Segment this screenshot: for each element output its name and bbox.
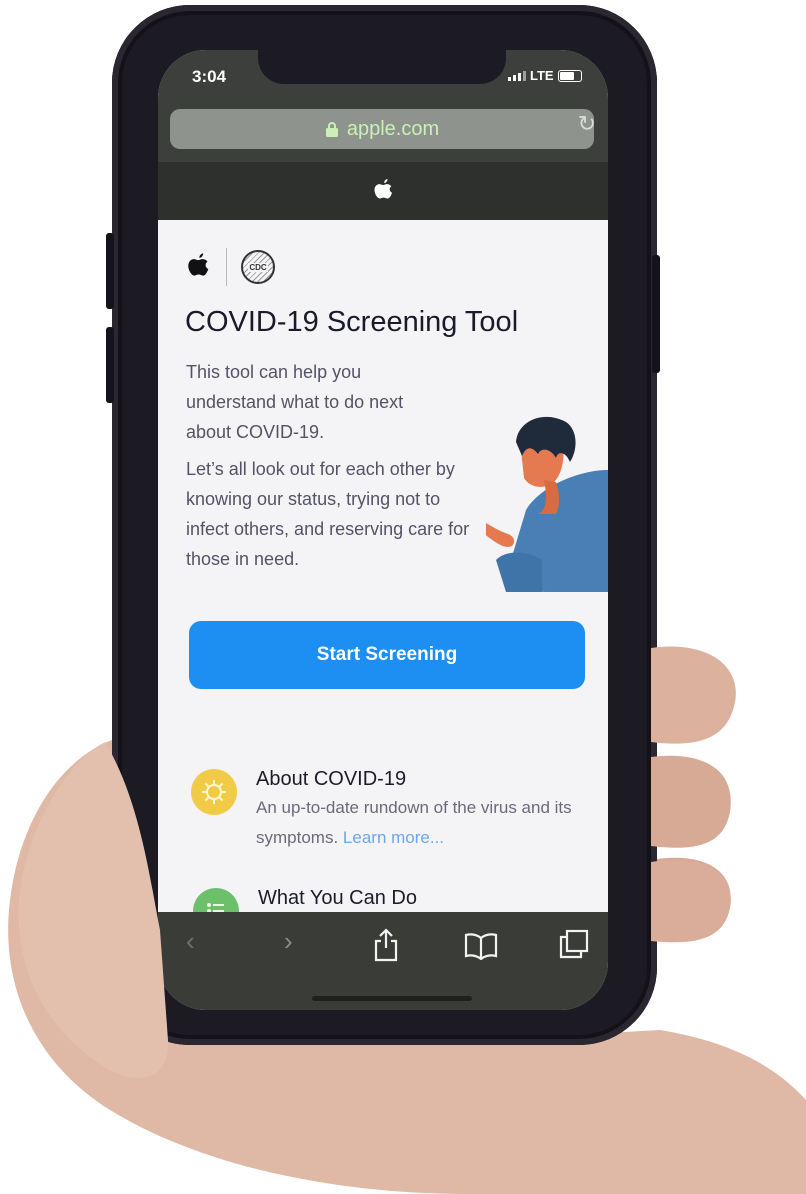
lock-icon <box>325 121 338 137</box>
share-icon[interactable] <box>372 928 400 962</box>
apple-logo-icon <box>188 253 209 276</box>
logo-divider <box>226 248 227 286</box>
learn-more-link[interactable]: Learn more... <box>343 828 444 847</box>
apple-nav-bar <box>158 162 608 220</box>
partner-logos: CDC <box>184 248 275 286</box>
status-time: 3:04 <box>192 67 227 86</box>
url-text: apple.com <box>346 117 440 140</box>
apple-logo-icon[interactable] <box>371 177 395 205</box>
volume-up-button <box>106 233 114 309</box>
network-label: LTE <box>530 68 554 83</box>
address-bar[interactable]: apple.com <box>170 109 594 149</box>
home-indicator <box>312 996 472 1001</box>
status-indicators: LTE <box>508 68 582 83</box>
virus-icon <box>191 769 237 815</box>
power-button <box>652 255 660 373</box>
back-icon[interactable]: ‹ <box>186 926 195 957</box>
address-bar-area: apple.com ↻ <box>158 102 608 162</box>
cdc-logo-icon: CDC <box>241 250 275 284</box>
about-covid-description: An up-to-date rundown of the virus and i… <box>256 793 576 853</box>
what-you-can-do-title[interactable]: What You Can Do <box>258 887 417 910</box>
page-title: COVID-19 Screening Tool <box>185 306 519 338</box>
person-with-phone-illustration <box>486 416 608 592</box>
start-screening-button[interactable]: Start Screening <box>189 621 585 689</box>
page-content: CDC COVID-19 Screening Tool This tool ca… <box>158 220 608 934</box>
bookmarks-icon[interactable] <box>464 932 498 960</box>
forward-icon[interactable]: › <box>284 926 293 957</box>
battery-icon <box>557 69 582 82</box>
intro-text: This tool can help you understand what t… <box>186 362 404 442</box>
about-covid-title[interactable]: About COVID-19 <box>256 768 406 791</box>
phone-screen: 3:04 LTE apple.com ↻ CDC COVID-19 Screen… <box>158 50 608 1010</box>
tabs-icon[interactable] <box>558 928 590 960</box>
body-text: Let’s all look out for each other by kno… <box>186 459 470 569</box>
notch <box>258 50 506 84</box>
signal-icon <box>508 70 526 81</box>
reload-icon[interactable]: ↻ <box>578 111 596 137</box>
volume-down-button <box>106 327 114 403</box>
browser-toolbar: ‹ › <box>158 912 608 1010</box>
